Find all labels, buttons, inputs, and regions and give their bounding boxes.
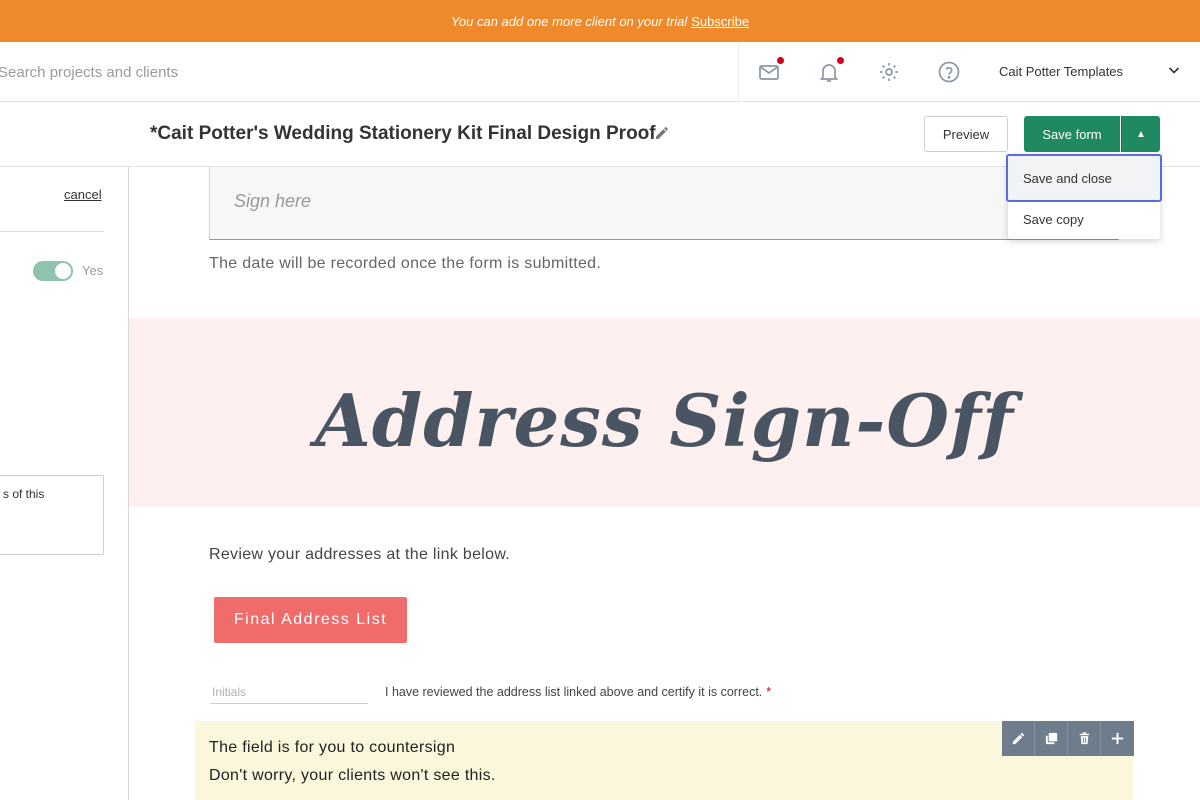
- final-address-list-button[interactable]: Final Address List: [214, 597, 407, 643]
- signature-placeholder: Sign here: [234, 191, 312, 211]
- toggle-label: Yes: [82, 263, 104, 278]
- countersign-heading: The field is for you to countersign: [209, 739, 456, 756]
- panel-divider: [0, 231, 104, 232]
- subscribe-link[interactable]: Subscribe: [691, 14, 749, 29]
- form-title: *Cait Potter's Wedding Stationery Kit Fi…: [150, 123, 656, 144]
- pencil-icon[interactable]: [654, 125, 670, 141]
- trial-banner-text: You can add one more client on your tria…: [450, 13, 688, 29]
- preview-button[interactable]: Preview: [924, 116, 1008, 152]
- signature-field[interactable]: Sign here: [209, 167, 1119, 240]
- mail-icon[interactable]: [757, 57, 784, 84]
- help-icon[interactable]: [937, 60, 961, 84]
- required-mark: *: [766, 685, 772, 699]
- countersign-block[interactable]: The field is for you to countersign Don'…: [195, 721, 1133, 800]
- save-options-menu: Save and close Save copy: [1006, 154, 1162, 239]
- nav-divider: [738, 42, 739, 102]
- initials-input[interactable]: [210, 680, 368, 704]
- duplicate-icon[interactable]: [1035, 721, 1068, 756]
- date-note: The date will be recorded once the form …: [209, 255, 602, 272]
- pencil-icon[interactable]: [1002, 721, 1035, 756]
- top-nav: Cait Potter Templates: [0, 42, 1200, 102]
- certify-statement: I have reviewed the address list linked …: [385, 685, 771, 699]
- trial-banner: You can add one more client on your tria…: [0, 0, 1200, 42]
- toggle-knob: [55, 263, 71, 279]
- section-title: Address Sign-Off: [314, 378, 1014, 463]
- section-header-band: Address Sign-Off: [129, 318, 1200, 507]
- field-toolbar: [1002, 721, 1134, 756]
- save-options-toggle[interactable]: ▲: [1121, 116, 1160, 152]
- notification-dot: [837, 57, 844, 64]
- settings-panel: cancel Yes s of this: [0, 167, 129, 800]
- search-input[interactable]: [0, 60, 416, 84]
- cancel-link[interactable]: cancel: [64, 187, 102, 202]
- review-instructions: Review your addresses at the link below.: [209, 546, 511, 563]
- caret-up-icon: ▲: [1136, 128, 1146, 140]
- save-form-button[interactable]: Save form: [1024, 116, 1120, 152]
- settings-toggle[interactable]: [33, 261, 73, 281]
- bell-icon[interactable]: [817, 57, 844, 84]
- mail-unread-dot: [777, 57, 784, 64]
- trash-icon[interactable]: [1068, 721, 1101, 756]
- account-name[interactable]: Cait Potter Templates: [999, 64, 1123, 79]
- certify-text: I have reviewed the address list linked …: [385, 685, 763, 699]
- chevron-down-icon[interactable]: [1166, 62, 1182, 78]
- plus-icon[interactable]: [1101, 721, 1134, 756]
- save-copy-item[interactable]: Save copy: [1008, 205, 1160, 233]
- countersign-note: Don't worry, your clients won't see this…: [209, 767, 496, 784]
- panel-textarea[interactable]: s of this: [0, 475, 104, 555]
- save-and-close-item[interactable]: Save and close: [1006, 154, 1162, 202]
- gear-icon[interactable]: [877, 60, 901, 84]
